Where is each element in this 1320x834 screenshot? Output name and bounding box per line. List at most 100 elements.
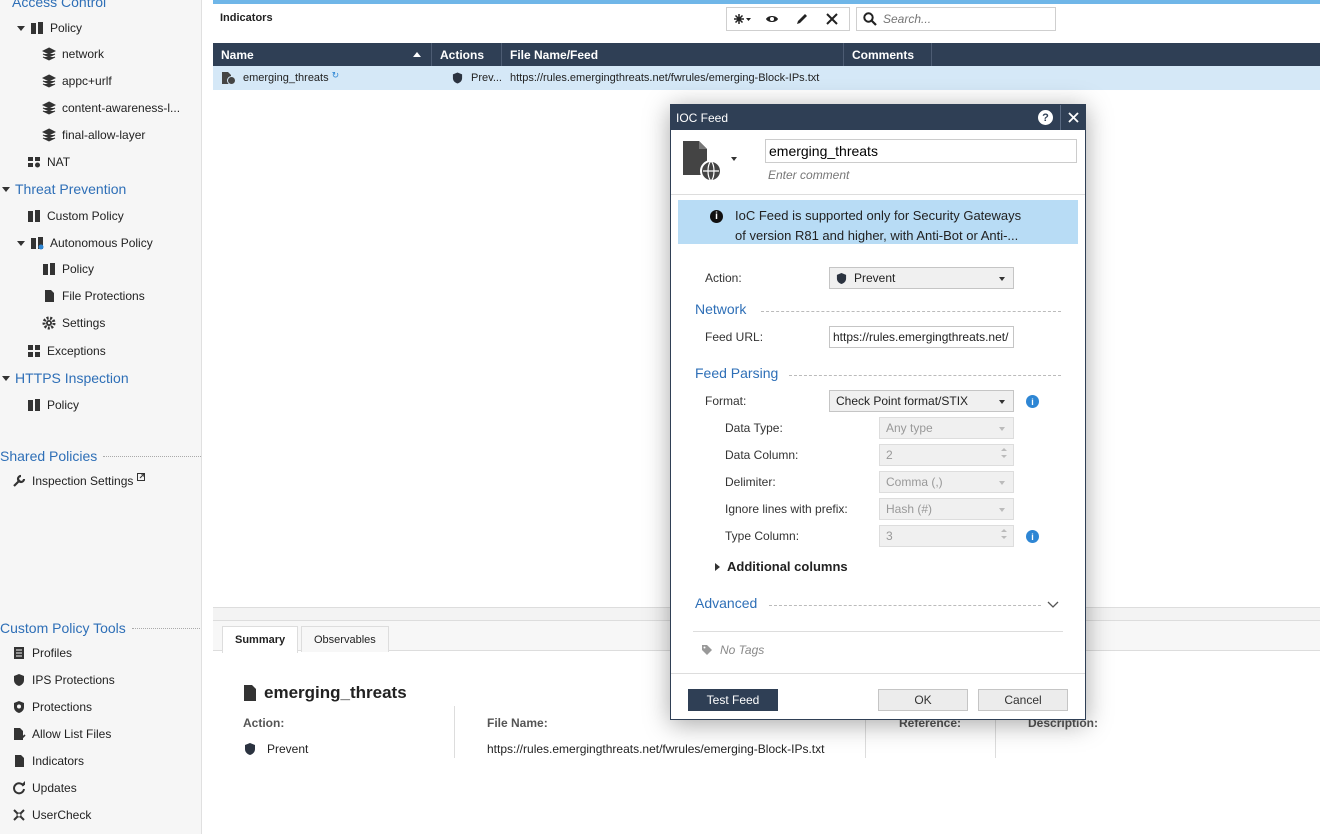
table-row[interactable]: emerging_threats ↻ Prev... https://rules… xyxy=(213,66,1320,90)
dialog-close-button[interactable] xyxy=(1060,105,1085,130)
page-title: Indicators xyxy=(220,12,273,24)
dialog-title-bar[interactable]: IOC Feed ? xyxy=(671,105,1085,130)
nav-https-inspection[interactable]: HTTPS Inspection xyxy=(2,367,129,389)
comment-field[interactable]: Enter comment xyxy=(768,168,849,182)
gear-icon xyxy=(42,316,56,330)
row-name-cell: emerging_threats ↻ xyxy=(213,66,432,90)
additional-columns-toggle[interactable]: Additional columns xyxy=(715,559,848,574)
close-icon xyxy=(826,13,838,25)
nav-layer-content-awareness[interactable]: content-awareness-l... xyxy=(42,97,180,119)
search-icon xyxy=(863,12,877,26)
feed-parsing-section-title: Feed Parsing xyxy=(695,365,779,381)
dropdown-arrow-icon xyxy=(731,157,737,161)
top-accent-bar xyxy=(213,0,1320,4)
action-select[interactable]: Prevent xyxy=(829,267,1014,289)
nav-custom-policy[interactable]: Custom Policy xyxy=(27,205,124,227)
nav-exceptions[interactable]: Exceptions xyxy=(27,340,106,362)
advanced-section-title[interactable]: Advanced xyxy=(695,595,757,611)
refresh-icon xyxy=(12,781,26,795)
nav-indicators[interactable]: Indicators xyxy=(12,750,84,772)
new-button[interactable] xyxy=(727,8,757,30)
search-input[interactable] xyxy=(883,12,1043,26)
delimiter-label: Delimiter: xyxy=(725,475,776,489)
format-select[interactable]: Check Point format/STIX xyxy=(829,390,1014,412)
column-header-name[interactable]: Name xyxy=(213,43,432,66)
nav-allow-list-files[interactable]: Allow List Files xyxy=(12,723,111,745)
wrench-icon xyxy=(12,474,26,488)
nav-policy[interactable]: Policy xyxy=(17,17,82,39)
spinner-arrows-icon[interactable] xyxy=(1001,448,1007,458)
row-file-cell: https://rules.emergingthreats.net/fwrule… xyxy=(510,72,820,84)
nav-layer-appc-urlf[interactable]: appc+urlf xyxy=(42,70,112,92)
column-header-comments[interactable]: Comments xyxy=(844,43,932,66)
data-type-select[interactable]: Any type xyxy=(879,417,1014,439)
ok-button[interactable]: OK xyxy=(878,689,968,711)
nav-layer-network[interactable]: network xyxy=(42,43,104,65)
search-box[interactable] xyxy=(856,7,1056,31)
column-header-actions[interactable]: Actions xyxy=(432,43,502,66)
chevron-down-icon xyxy=(999,508,1005,512)
feed-url-label: Feed URL: xyxy=(705,330,764,344)
ignore-prefix-label: Ignore lines with prefix: xyxy=(725,502,848,516)
caret-down-icon[interactable] xyxy=(17,240,25,246)
nav-settings[interactable]: Settings xyxy=(42,312,105,334)
usercheck-icon xyxy=(12,808,26,822)
ignore-prefix-select[interactable]: Hash (#) xyxy=(879,498,1014,520)
object-icon-picker[interactable] xyxy=(681,139,741,183)
nat-icon xyxy=(27,155,41,169)
nav-autonomous-policy[interactable]: Autonomous Policy xyxy=(17,232,153,254)
nav-usercheck[interactable]: UserCheck xyxy=(12,804,91,826)
help-button[interactable]: ? xyxy=(1038,110,1053,125)
caret-down-icon[interactable] xyxy=(2,375,10,381)
nav-file-protections[interactable]: File Protections xyxy=(42,285,145,307)
nav-threat-prevention[interactable]: Threat Prevention xyxy=(2,178,126,200)
divider xyxy=(693,631,1063,632)
toolbar xyxy=(726,7,850,31)
nav-shared-policies[interactable]: Shared Policies xyxy=(0,445,201,467)
edit-button[interactable] xyxy=(787,8,817,30)
eye-icon xyxy=(766,16,778,22)
cancel-button[interactable]: Cancel xyxy=(978,689,1068,711)
tab-summary[interactable]: Summary xyxy=(222,626,299,653)
profiles-icon xyxy=(12,646,26,660)
feed-url-input[interactable] xyxy=(829,326,1014,348)
nav-ips-protections[interactable]: IPS Protections xyxy=(12,669,115,691)
ips-shield-icon xyxy=(12,673,26,687)
format-info-icon[interactable]: i xyxy=(1026,395,1039,408)
type-column-stepper[interactable]: 3 xyxy=(879,525,1014,547)
nav-auto-policy[interactable]: Policy xyxy=(42,258,94,280)
tag-icon xyxy=(702,645,712,655)
allow-list-icon xyxy=(12,727,26,741)
caret-down-icon[interactable] xyxy=(17,25,25,31)
nav-profiles[interactable]: Profiles xyxy=(12,642,72,664)
nav-protections[interactable]: Protections xyxy=(12,696,92,718)
chevron-down-icon[interactable] xyxy=(1047,601,1059,609)
delimiter-select[interactable]: Comma (,) xyxy=(879,471,1014,493)
spinner-arrows-icon[interactable] xyxy=(1001,529,1007,539)
tags-field[interactable]: No Tags xyxy=(701,643,764,657)
delete-button[interactable] xyxy=(817,8,847,30)
nav-inspection-settings[interactable]: Inspection Settings xyxy=(12,470,146,492)
indicator-file-icon xyxy=(12,754,26,768)
nav-custom-policy-tools[interactable]: Custom Policy Tools xyxy=(0,617,201,639)
tab-observables[interactable]: Observables xyxy=(301,626,389,652)
caret-down-icon[interactable] xyxy=(2,186,10,192)
nav-layer-final-allow[interactable]: final-allow-layer xyxy=(42,124,145,146)
data-column-stepper[interactable]: 2 xyxy=(879,444,1014,466)
layers-icon xyxy=(42,128,56,142)
view-button[interactable] xyxy=(757,8,787,30)
chevron-down-icon xyxy=(999,277,1005,281)
nav-nat[interactable]: NAT xyxy=(27,151,70,173)
object-name-field[interactable] xyxy=(765,139,1077,163)
test-feed-button[interactable]: Test Feed xyxy=(688,689,778,711)
nav-updates[interactable]: Updates xyxy=(12,777,77,799)
file-icon xyxy=(244,685,256,701)
column-header-file[interactable]: File Name/Feed xyxy=(502,43,844,66)
nav-access-control[interactable]: Access Control xyxy=(12,0,106,13)
layers-icon xyxy=(42,47,56,61)
summary-title: emerging_threats xyxy=(243,683,407,703)
nav-https-policy[interactable]: Policy xyxy=(27,394,79,416)
type-column-label: Type Column: xyxy=(725,529,800,543)
type-column-info-icon[interactable]: i xyxy=(1026,530,1039,543)
policy-book-icon xyxy=(30,21,44,35)
